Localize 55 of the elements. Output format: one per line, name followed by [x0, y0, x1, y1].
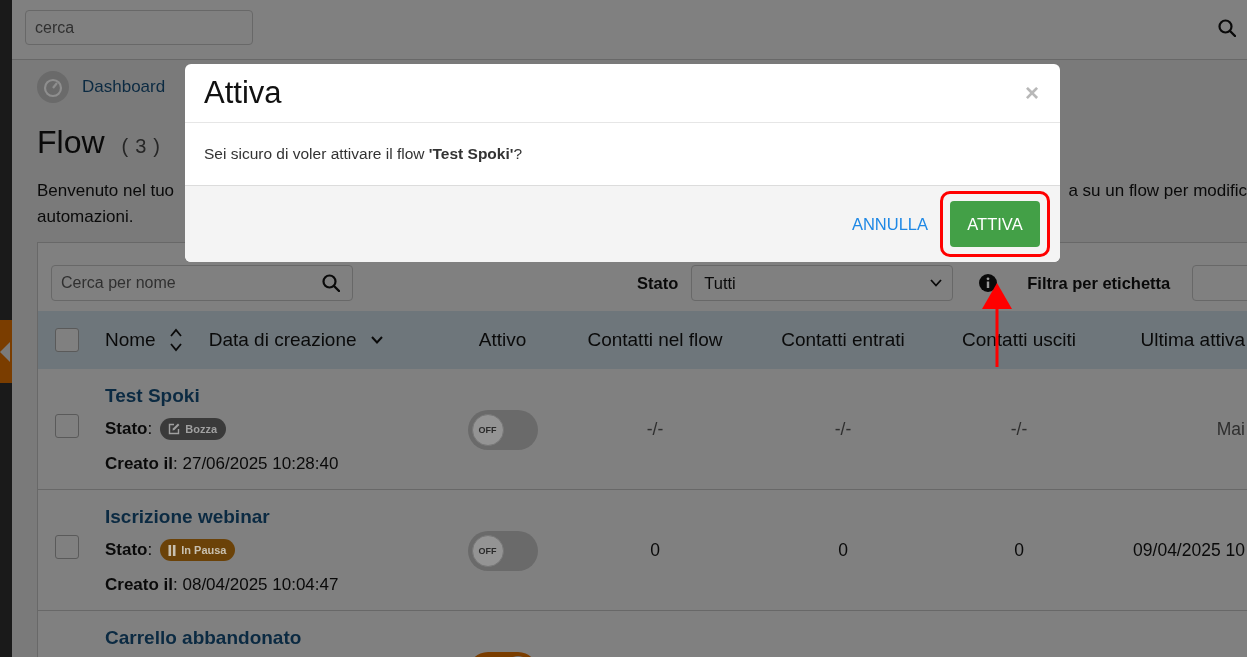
column-header[interactable]: Data di creazione: [208, 329, 357, 351]
description-text: automazioni.: [37, 206, 134, 228]
search-icon: [1218, 18, 1236, 37]
flow-count: (3): [121, 135, 167, 158]
row-checkbox[interactable]: [55, 535, 79, 559]
table-cell: 09/04/2025 10: [1133, 540, 1245, 560]
info-icon[interactable]: [979, 274, 998, 292]
active-toggle[interactable]: OFF: [467, 410, 538, 450]
sort-icon[interactable]: [169, 328, 182, 352]
table-cell: -/-: [646, 419, 664, 439]
caret-left-icon: [0, 341, 10, 362]
sidebar-toggle[interactable]: [0, 320, 12, 383]
status-select[interactable]: Tutti: [691, 265, 954, 301]
cancel-button[interactable]: ANNULLA: [851, 214, 928, 234]
table-cell: -/-: [834, 419, 852, 439]
table-cell: 0: [838, 540, 848, 560]
search-field[interactable]: cerca: [25, 10, 253, 45]
table-cell: -/-: [1010, 419, 1028, 439]
flow-name-link[interactable]: Carrello abbandonato: [105, 627, 302, 649]
status-label: Stato:: [105, 419, 153, 439]
chevron-down-icon[interactable]: [370, 336, 383, 344]
column-header: Contatti entrati: [781, 329, 905, 351]
table-cell: 0: [1014, 540, 1024, 560]
status-label: Stato:: [105, 540, 153, 560]
badge-label: Bozza: [185, 423, 217, 435]
breadcrumb-link[interactable]: Dashboard: [82, 77, 166, 97]
description-text: a su un flow per modific: [1068, 180, 1247, 202]
active-toggle[interactable]: OFF: [467, 531, 538, 571]
created-date: Creato il: 08/04/2025 10:04:47: [105, 574, 339, 596]
row-checkbox[interactable]: [55, 414, 79, 438]
flow-name-link[interactable]: Test Spoki: [105, 385, 200, 407]
dialog-message: Sei sicuro di voler attivare il flow 'Test Spoki'?: [204, 145, 523, 163]
table-cell: Mai: [1216, 419, 1245, 439]
dashboard-icon: [37, 71, 69, 103]
pause-icon: [168, 544, 177, 556]
tag-filter-label: Filtra per etichetta: [1027, 273, 1171, 293]
column-header[interactable]: Nome: [105, 329, 156, 351]
name-search-field[interactable]: Cerca per nome: [51, 265, 353, 301]
close-button[interactable]: ×: [1023, 81, 1041, 105]
select-all-checkbox[interactable]: [55, 328, 79, 352]
caret-down-icon: [930, 279, 943, 287]
page-title: Flow: [37, 123, 105, 162]
status-filter-label: Stato: [637, 273, 679, 293]
column-header: Attivo: [478, 329, 527, 351]
description-text: Benvenuto nel tuo: [37, 180, 175, 202]
flow-name-link[interactable]: Iscrizione webinar: [105, 506, 270, 528]
edit-icon: [168, 423, 181, 435]
badge-label: In Pausa: [181, 544, 227, 556]
confirm-button[interactable]: ATTIVA: [950, 201, 1040, 247]
created-date: Creato il: 27/06/2025 10:28:40: [105, 453, 339, 475]
column-header: Contatti nel flow: [587, 329, 723, 351]
search-icon: [322, 274, 340, 292]
table-cell: 0: [650, 540, 660, 560]
column-header: Ultima attiva: [1140, 329, 1245, 351]
dialog-title: Attiva: [204, 75, 282, 111]
